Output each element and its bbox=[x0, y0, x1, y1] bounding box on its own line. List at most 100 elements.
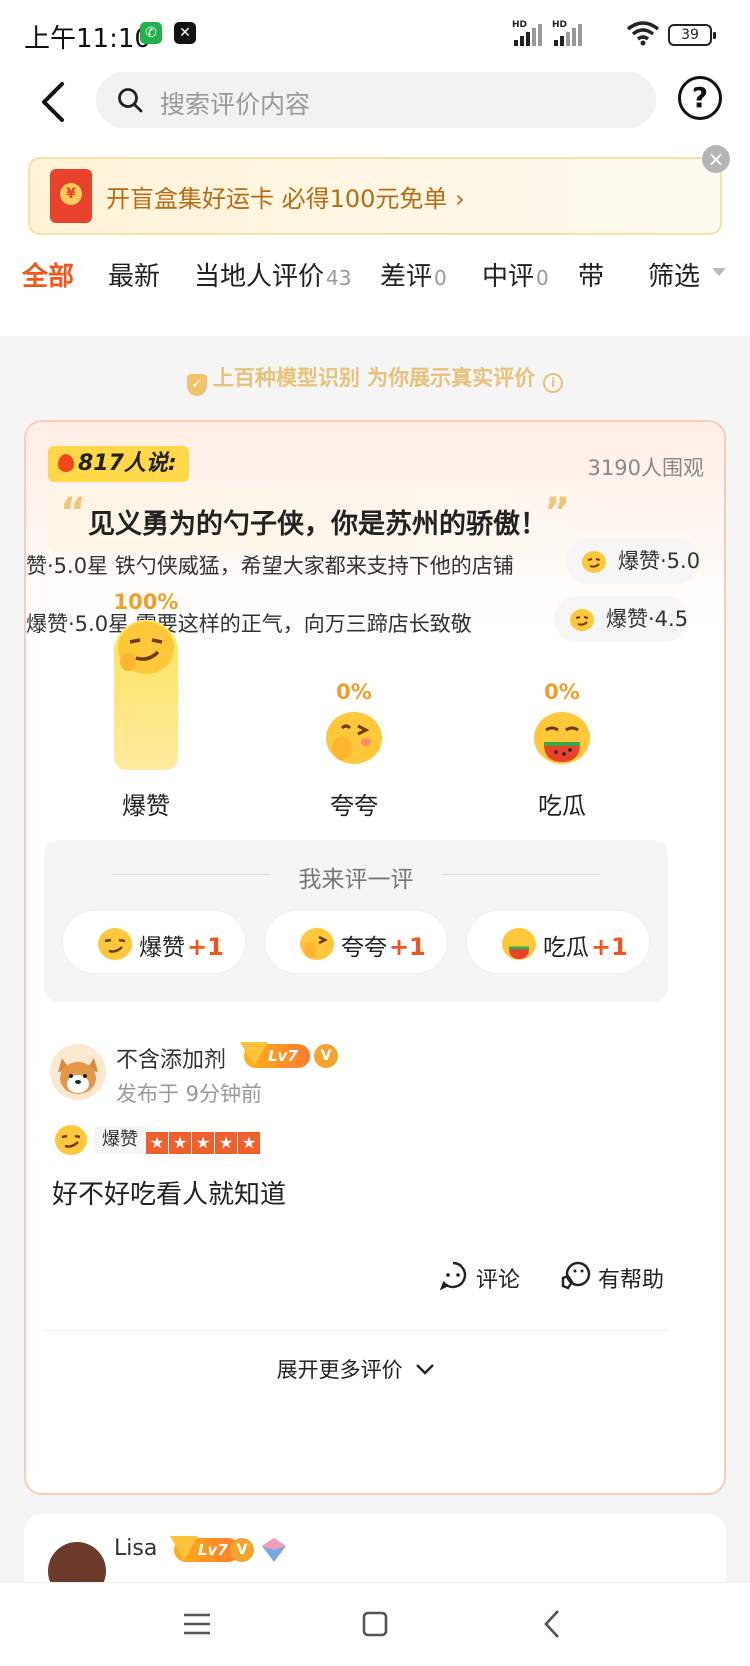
system-nav-bar bbox=[0, 1582, 750, 1666]
reviewer-name[interactable]: Lisa bbox=[114, 1536, 157, 1561]
search-input[interactable]: 搜索评价内容 bbox=[96, 72, 656, 128]
tab-latest[interactable]: 最新 bbox=[108, 256, 160, 293]
menu-icon[interactable] bbox=[174, 1601, 220, 1647]
watch-count: 3190人围观 bbox=[587, 456, 704, 480]
reaction-percent: 0% bbox=[336, 680, 372, 704]
reviewer-name[interactable]: 不含添加剂 bbox=[116, 1042, 226, 1074]
marquee-pill: 爆赞·4.5 bbox=[554, 596, 689, 642]
plus-one: +1 bbox=[591, 933, 628, 961]
tab-count: 43 bbox=[326, 266, 352, 290]
back-arrow-icon[interactable] bbox=[34, 78, 74, 126]
gem-badge-icon bbox=[262, 1538, 286, 1562]
people-say-badge: 817人说: bbox=[48, 446, 189, 482]
status-time: 上午11:10 bbox=[24, 24, 151, 54]
divider-line bbox=[442, 874, 600, 875]
reaction-label: 夸夸 bbox=[330, 792, 378, 820]
marquee-pill-text: 爆赞·5.0 bbox=[618, 549, 701, 573]
rate-label: 夸夸 bbox=[341, 935, 387, 961]
watermelon-emoji-icon bbox=[534, 712, 590, 764]
reaction-label: 爆赞 bbox=[122, 792, 170, 820]
comment-marquee-row-1: 赞·5.0星 铁勺侠威猛，希望大家都来支持下他的店铺 爆赞·5.0 bbox=[26, 538, 724, 588]
tab-with-photo[interactable]: 带 bbox=[578, 256, 604, 293]
level-text: Lv7 bbox=[268, 1047, 298, 1065]
helpful-emoji-icon bbox=[561, 1261, 591, 1290]
info-icon[interactable]: i bbox=[543, 373, 564, 393]
search-placeholder: 搜索评价内容 bbox=[160, 90, 311, 119]
promo-banner-area: ¥ 开盲盒集好运卡 必得100元免单 › bbox=[0, 150, 750, 240]
star-icon: ★ bbox=[238, 1132, 260, 1154]
reaction-label: 吃瓜 bbox=[538, 792, 586, 820]
marquee-comment: 赞·5.0星 铁勺侠威猛，希望大家都来支持下他的店铺 bbox=[26, 554, 514, 578]
promo-banner[interactable]: ¥ 开盲盒集好运卡 必得100元免单 › bbox=[28, 157, 722, 235]
expand-more-button[interactable]: 展开更多评价 bbox=[26, 1354, 686, 1384]
avatar[interactable] bbox=[50, 1044, 106, 1100]
marquee-pill-text: 爆赞·4.5 bbox=[606, 607, 689, 631]
tab-count: 0 bbox=[536, 266, 549, 290]
helpful-label: 有帮助 bbox=[598, 1268, 665, 1293]
status-bar: 上午11:10 ✆ ✕ HD HD 39 bbox=[0, 0, 750, 70]
rate-baozan-button[interactable]: 爆赞+1 bbox=[62, 910, 246, 974]
back-icon[interactable] bbox=[530, 1601, 576, 1647]
tab-negative[interactable]: 差评 0 bbox=[380, 256, 447, 293]
review-tabs: 全部 最新 当地人评价 43 差评 0 中评 0 带 筛选 bbox=[0, 240, 750, 336]
chevron-down-icon bbox=[416, 1364, 435, 1375]
tab-neutral[interactable]: 中评 0 bbox=[482, 256, 549, 293]
wifi-icon bbox=[626, 21, 660, 46]
hd-label: HD bbox=[512, 20, 528, 30]
rate-kuakua-button[interactable]: 夸夸+1 bbox=[264, 910, 448, 974]
reaction-percent: 0% bbox=[544, 680, 580, 704]
fire-icon bbox=[58, 454, 74, 472]
tab-local[interactable]: 当地人评价 43 bbox=[194, 256, 351, 293]
smirk-emoji-icon bbox=[98, 928, 132, 960]
shiba-avatar-icon bbox=[50, 1044, 106, 1100]
banner-text: 开盲盒集好运卡 必得100元免单 › bbox=[106, 185, 465, 213]
help-button[interactable]: ? bbox=[678, 76, 722, 120]
star-icon: ★ bbox=[192, 1132, 214, 1154]
clapping-emoji-icon bbox=[326, 712, 382, 764]
watermelon-emoji-icon bbox=[502, 928, 536, 960]
tab-all[interactable]: 全部 bbox=[22, 256, 74, 293]
comment-label: 评论 bbox=[476, 1268, 521, 1293]
home-icon[interactable] bbox=[352, 1601, 398, 1647]
tab-label: 差评 bbox=[380, 262, 433, 292]
filter-label: 筛选 bbox=[648, 262, 701, 292]
star-icon: ★ bbox=[146, 1132, 168, 1154]
quote-text: 见义勇为的勺子侠，你是苏州的骄傲！ bbox=[88, 509, 547, 540]
smirk-emoji-icon bbox=[118, 622, 174, 674]
open-quote-icon: “ bbox=[60, 490, 87, 536]
signal-icon-2: HD bbox=[552, 20, 586, 46]
rate-chigua-button[interactable]: 吃瓜+1 bbox=[466, 910, 650, 974]
coin-icon: ¥ bbox=[60, 183, 82, 205]
star-icon: ★ bbox=[215, 1132, 237, 1154]
filter-button[interactable]: 筛选 bbox=[628, 240, 750, 300]
star-icon: ★ bbox=[169, 1132, 191, 1154]
diamond-icon bbox=[170, 1536, 198, 1560]
expand-more-label: 展开更多评价 bbox=[276, 1358, 403, 1382]
tab-label: 当地人评价 bbox=[194, 262, 325, 292]
tab-label: 中评 bbox=[482, 262, 535, 292]
verified-badge: V bbox=[314, 1044, 338, 1068]
caret-down-icon bbox=[712, 268, 726, 276]
smirk-emoji-icon bbox=[570, 609, 594, 631]
tab-label: 全部 bbox=[22, 262, 75, 292]
smirk-emoji-icon bbox=[582, 551, 606, 573]
header: 搜索评价内容 ? bbox=[0, 70, 750, 150]
rate-panel: 我来评一评 爆赞+1 夸夸+1 吃瓜+1 bbox=[44, 840, 668, 1002]
hd-label-2: HD bbox=[552, 20, 568, 30]
plus-one: +1 bbox=[389, 933, 426, 961]
divider bbox=[44, 1330, 668, 1331]
search-icon bbox=[118, 88, 143, 113]
level-text: Lv7 bbox=[198, 1541, 228, 1559]
star-rating: ★ ★ ★ ★ ★ bbox=[146, 1132, 261, 1154]
signal-icon: HD bbox=[512, 20, 546, 46]
tab-label: 带 bbox=[578, 262, 605, 292]
tab-label: 最新 bbox=[108, 262, 161, 292]
rate-title: 我来评一评 bbox=[298, 867, 414, 893]
marquee-pill: 爆赞·5.0 bbox=[566, 538, 701, 584]
battery-level: 39 bbox=[681, 27, 699, 43]
trust-note: ✓ 上百种模型识别 为你展示真实评价 i bbox=[0, 362, 750, 396]
plus-one: +1 bbox=[187, 933, 224, 961]
clapping-emoji-icon bbox=[300, 928, 334, 960]
close-banner-button[interactable]: × bbox=[702, 145, 730, 173]
battery-icon: 39 bbox=[668, 24, 716, 46]
